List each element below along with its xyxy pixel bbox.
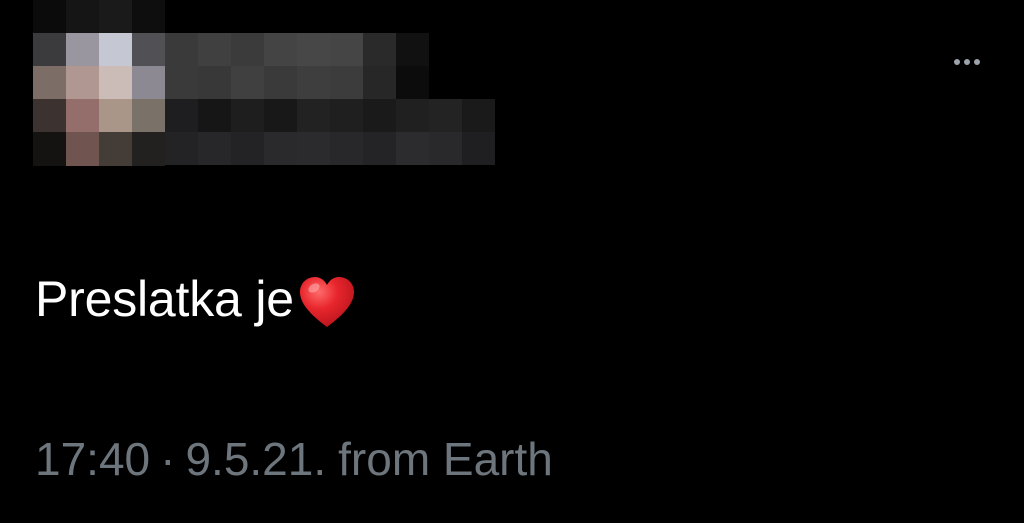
tweet-time[interactable]: 17:40	[35, 432, 150, 486]
tweet-header	[0, 0, 1024, 175]
tweet-text: Preslatka je	[35, 270, 356, 328]
avatar[interactable]	[33, 0, 165, 166]
more-horizontal-icon-dot	[974, 59, 980, 65]
tweet-text-content: Preslatka je	[35, 271, 294, 327]
tweet-source: from Earth	[338, 433, 553, 485]
more-horizontal-icon-dot	[964, 59, 970, 65]
author-name-censored[interactable]	[165, 33, 495, 166]
more-options-button[interactable]	[942, 50, 992, 74]
meta-separator: ·	[160, 433, 176, 485]
heart-emoji-icon	[299, 277, 354, 327]
tweet-meta: 17:40 · 9.5.21. from Earth	[35, 432, 553, 486]
more-horizontal-icon	[954, 59, 960, 65]
tweet-date[interactable]: 9.5.21.	[185, 432, 326, 486]
